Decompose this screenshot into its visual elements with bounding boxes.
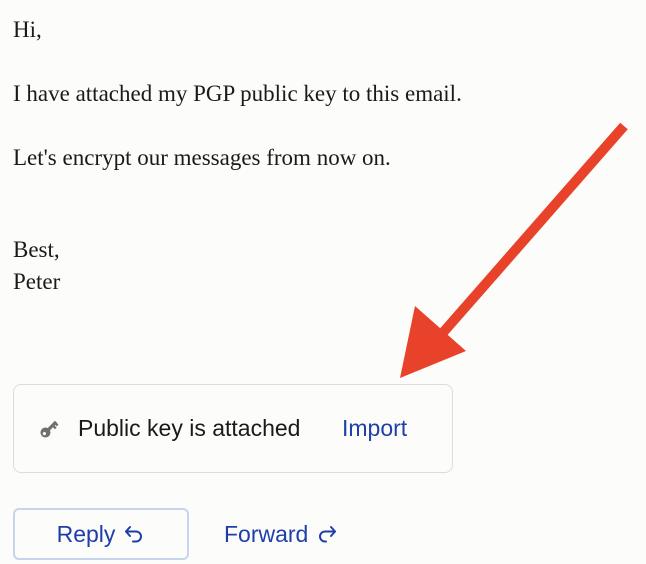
import-key-link[interactable]: Import [342,415,407,442]
key-icon [38,418,60,440]
email-line-encrypt: Let's encrypt our messages from now on. [13,145,391,170]
attachment-label: Public key is attached [78,415,301,441]
email-greeting: Hi, [13,17,42,42]
forward-button[interactable]: Forward [224,508,338,560]
public-key-attachment-banner: Public key is attached Import [13,384,453,473]
reply-button[interactable]: Reply [13,508,189,560]
reply-label: Reply [56,520,116,547]
email-signoff: Best, [13,237,60,262]
email-sender-name: Peter [13,269,61,294]
forward-label: Forward [224,520,309,547]
forward-arrow-icon [316,523,338,545]
reply-arrow-icon [123,523,145,545]
email-line-attached-key: I have attached my PGP public key to thi… [13,81,462,106]
